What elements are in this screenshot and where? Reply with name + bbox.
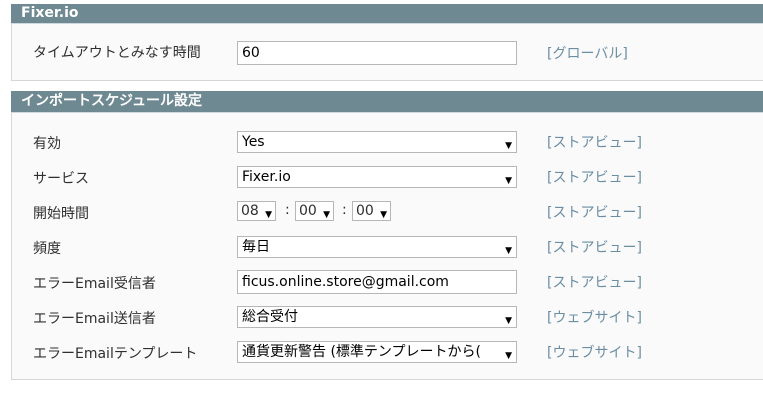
service-scope: [ストアビュー] xyxy=(547,170,642,186)
chevron-down-icon: ▼ xyxy=(505,316,512,326)
error-email-recipient-value: ficus.online.store@gmail.com xyxy=(242,274,449,290)
start-second-select[interactable]: 00 ▼ xyxy=(352,201,391,221)
start-time-label: 開始時間 xyxy=(33,206,89,222)
error-email-sender-value: 総合受付 xyxy=(242,309,298,325)
service-label: サービス xyxy=(33,171,89,187)
enabled-label: 有効 xyxy=(33,136,61,152)
fixer-section-title: Fixer.io xyxy=(21,5,79,21)
error-email-recipient-scope: [ストアビュー] xyxy=(547,275,642,291)
timeout-input[interactable]: 60 xyxy=(237,41,517,65)
timeout-label: タイムアウトとみなす時間 xyxy=(33,45,201,61)
error-email-sender-label: エラーEmail送信者 xyxy=(33,311,156,327)
error-email-template-value: 通貨更新警告 (標準テンプレートから( xyxy=(242,344,481,360)
service-value: Fixer.io xyxy=(242,169,291,185)
start-time-scope: [ストアビュー] xyxy=(547,205,642,221)
error-email-recipient-label: エラーEmail受信者 xyxy=(33,276,156,292)
chevron-down-icon: ▼ xyxy=(505,246,512,256)
error-email-sender-select[interactable]: 総合受付 ▼ xyxy=(237,306,517,328)
timeout-value: 60 xyxy=(242,45,260,61)
start-minute-value: 00 xyxy=(299,203,317,219)
frequency-select[interactable]: 毎日 ▼ xyxy=(237,236,517,258)
fixer-section-header[interactable]: Fixer.io xyxy=(11,4,763,24)
error-email-sender-scope: [ウェブサイト] xyxy=(547,310,642,326)
time-colon: : xyxy=(342,202,347,218)
schedule-section-header[interactable]: インポートスケジュール設定 xyxy=(11,91,763,113)
chevron-down-icon: ▼ xyxy=(505,141,512,151)
chevron-down-icon: ▼ xyxy=(505,351,512,361)
start-second-value: 00 xyxy=(356,203,374,219)
chevron-down-icon: ▼ xyxy=(380,210,387,220)
start-minute-select[interactable]: 00 ▼ xyxy=(295,201,334,221)
frequency-scope: [ストアビュー] xyxy=(547,240,642,256)
start-hour-select[interactable]: 08 ▼ xyxy=(237,201,276,221)
error-email-template-label: エラーEmailテンプレート xyxy=(33,346,198,362)
error-email-recipient-input[interactable]: ficus.online.store@gmail.com xyxy=(237,270,517,294)
schedule-section-title: インポートスケジュール設定 xyxy=(21,93,203,109)
chevron-down-icon: ▼ xyxy=(505,176,512,186)
error-email-template-scope: [ウェブサイト] xyxy=(547,345,642,361)
frequency-value: 毎日 xyxy=(242,239,270,255)
enabled-scope: [ストアビュー] xyxy=(547,135,642,151)
enabled-value: Yes xyxy=(242,134,265,150)
error-email-template-select[interactable]: 通貨更新警告 (標準テンプレートから( ▼ xyxy=(237,341,517,363)
time-colon: : xyxy=(285,202,290,218)
service-select[interactable]: Fixer.io ▼ xyxy=(237,166,517,188)
chevron-down-icon: ▼ xyxy=(265,210,272,220)
frequency-label: 頻度 xyxy=(33,241,61,257)
start-hour-value: 08 xyxy=(241,203,259,219)
enabled-select[interactable]: Yes ▼ xyxy=(237,131,517,153)
chevron-down-icon: ▼ xyxy=(323,210,330,220)
timeout-scope: [グローバル] xyxy=(547,46,628,62)
